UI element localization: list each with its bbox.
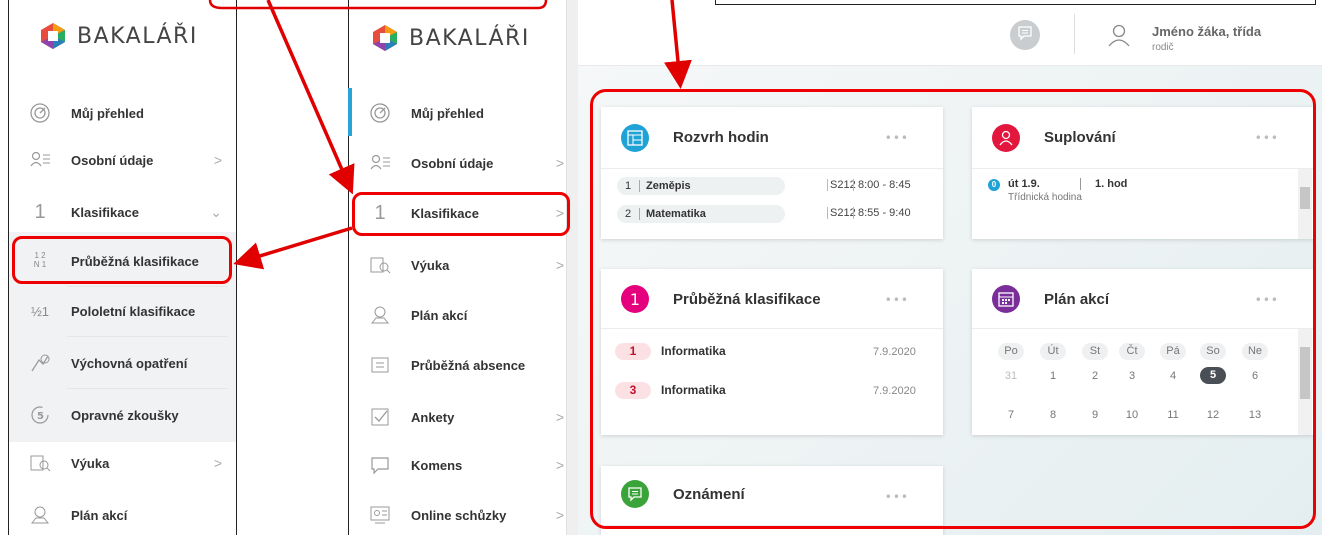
arrow-to-prubezna xyxy=(233,226,353,270)
arrow-to-klasifikace xyxy=(266,0,355,195)
top-left-frame-edge xyxy=(208,0,548,10)
arrow-to-dashboard xyxy=(664,0,692,89)
annotation-arrows xyxy=(208,0,692,270)
